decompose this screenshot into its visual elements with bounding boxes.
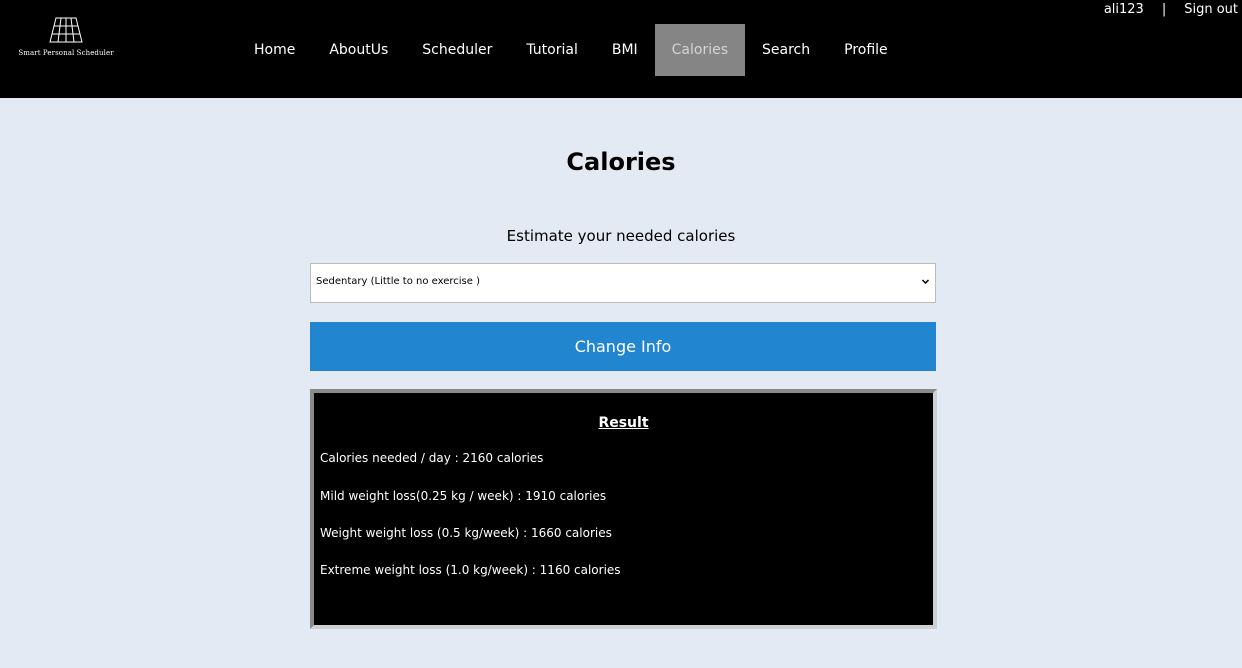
calendar-logo-icon [49,17,83,43]
user-area: ali123 | Sign out [1104,2,1238,17]
logo-text: Smart Personal Scheduler [18,49,114,57]
nav-tutorial[interactable]: Tutorial [509,24,594,76]
nav-scheduler[interactable]: Scheduler [405,24,509,76]
section-subtitle: Estimate your needed calories [506,227,736,245]
result-panel: Result Calories needed / day : 2160 calo… [310,389,937,629]
activity-level-value: Sedentary (Little to no exercise ) [316,276,480,287]
change-info-button[interactable]: Change Info [310,322,936,371]
result-mild-weight-loss: Mild weight loss(0.25 kg / week) : 1910 … [320,489,607,503]
result-calories-per-day: Calories needed / day : 2160 calories [320,451,544,465]
nav-calories[interactable]: Calories [654,24,746,76]
main-nav: Home AboutUs Scheduler Tutorial BMI Calo… [237,24,905,76]
activity-level-select[interactable]: Sedentary (Little to no exercise ) [310,263,936,303]
nav-search[interactable]: Search [745,24,827,76]
app-logo[interactable]: Smart Personal Scheduler [14,16,118,57]
result-title: Result [598,415,649,431]
username-link[interactable]: ali123 [1104,2,1144,17]
chevron-down-icon [921,279,930,285]
nav-bmi[interactable]: BMI [595,24,655,76]
nav-home[interactable]: Home [237,24,312,76]
sign-out-link[interactable]: Sign out [1184,2,1238,17]
nav-aboutus[interactable]: AboutUs [312,24,405,76]
nav-profile[interactable]: Profile [827,24,905,76]
page-title: Calories [566,148,676,176]
result-weight-loss: Weight weight loss (0.5 kg/week) : 1660 … [320,526,612,540]
top-navbar: Smart Personal Scheduler Home AboutUs Sc… [0,0,1242,98]
user-separator: | [1161,2,1167,17]
result-extreme-weight-loss: Extreme weight loss (1.0 kg/week) : 1160… [320,563,621,577]
